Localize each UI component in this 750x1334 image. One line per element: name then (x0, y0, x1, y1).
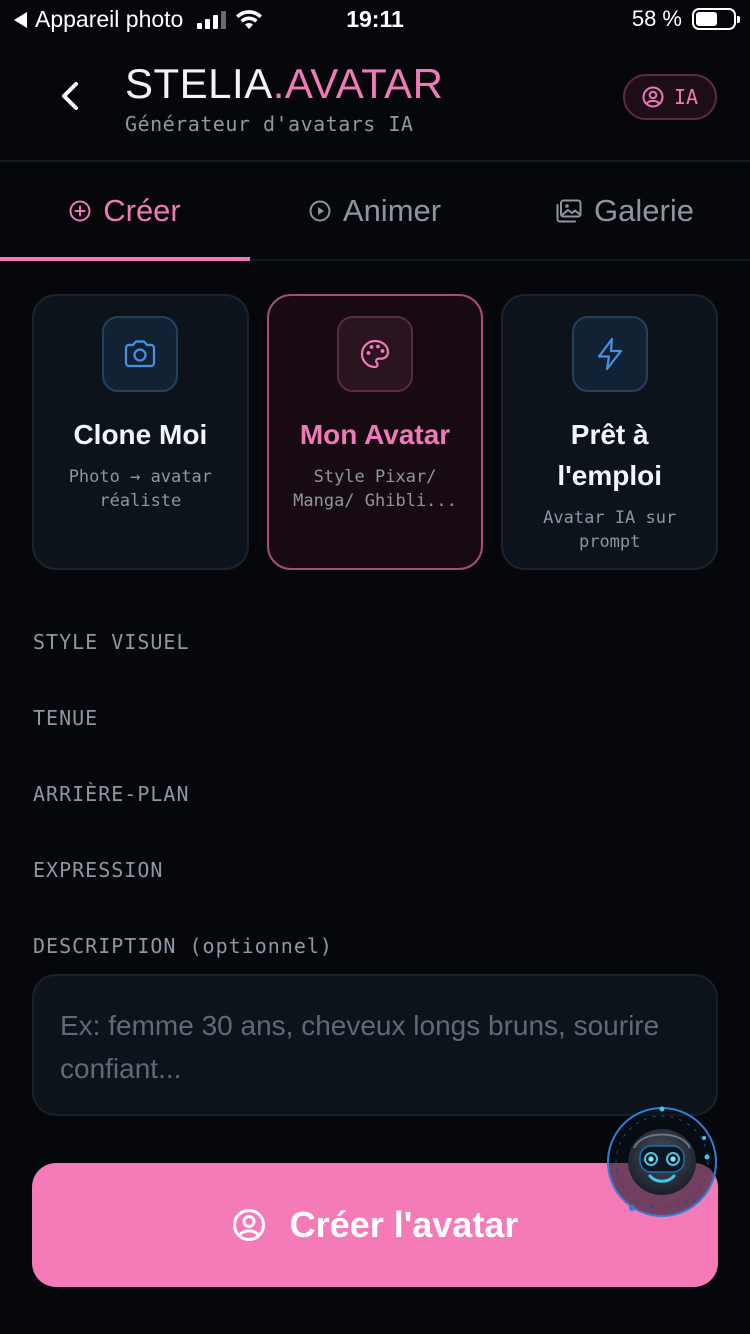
palette-icon (360, 339, 390, 369)
user-circle-icon (232, 1209, 265, 1241)
tab-label: Galerie (594, 193, 694, 228)
camera-icon (125, 340, 156, 368)
chevron-left-icon (62, 82, 78, 110)
section-label-expression: EXPRESSION (33, 858, 164, 882)
app-header: STELIA.AVATAR Générateur d'avatars IA IA (0, 42, 750, 162)
card-desc: Avatar IA sur prompt (543, 508, 677, 552)
battery-percent: 58 % (631, 6, 682, 31)
brand-main: STELIA (125, 60, 273, 107)
tab-label: Animer (342, 193, 442, 228)
section-label-outfit: TENUE (33, 706, 99, 730)
brand-accent: .AVATAR (272, 60, 444, 107)
status-bar: Appareil photo 19:11 58 % (0, 0, 750, 42)
app-brand: STELIA.AVATAR (125, 60, 443, 108)
tab-creer[interactable]: Créer (0, 163, 250, 261)
card-title: Prêt à l'emploi (557, 419, 663, 491)
tab-label: Créer (103, 193, 181, 228)
description-input[interactable] (60, 1004, 690, 1086)
user-circle-icon (642, 86, 664, 108)
create-avatar-label: Créer l'avatar (289, 1204, 519, 1245)
ia-badge-button[interactable]: IA (623, 74, 717, 120)
mode-card-pret-a-lemploi[interactable]: Prêt à l'emploi Avatar IA sur prompt (501, 294, 719, 570)
card-title: Mon Avatar (299, 419, 451, 450)
back-button[interactable] (50, 76, 90, 116)
status-right: 58 % (631, 6, 740, 32)
card-icon-box (337, 316, 413, 392)
card-title: Clone Moi (73, 419, 208, 450)
play-circle-icon (309, 200, 331, 222)
plus-circle-icon (69, 200, 91, 222)
battery-icon (692, 8, 740, 30)
robot-assistant-icon (607, 1106, 717, 1217)
image-gallery-icon (556, 199, 582, 223)
assistant-bot-button[interactable] (606, 1104, 722, 1220)
ia-badge-label: IA (673, 85, 699, 109)
mode-card-clone-moi[interactable]: Clone Moi Photo → avatar réaliste (32, 294, 249, 570)
lightning-icon (597, 337, 622, 371)
tab-bar: Créer Animer Galerie (0, 163, 750, 261)
section-label-background: ARRIÈRE-PLAN (33, 782, 190, 806)
card-desc: Photo → avatar réaliste (68, 467, 212, 511)
app-subtitle: Générateur d'avatars IA (125, 112, 414, 136)
description-field[interactable] (32, 974, 718, 1116)
tab-galerie[interactable]: Galerie (500, 163, 750, 259)
section-label-description: DESCRIPTION (optionnel) (33, 934, 333, 958)
card-icon-box (571, 316, 648, 392)
tab-animer[interactable]: Animer (250, 163, 500, 259)
mode-cards: Clone Moi Photo → avatar réaliste Mon Av… (32, 294, 719, 570)
mode-card-mon-avatar[interactable]: Mon Avatar Style Pixar/ Manga/ Ghibli... (266, 294, 484, 570)
section-label-style: STYLE VISUEL (33, 630, 190, 654)
card-icon-box (102, 316, 179, 392)
card-desc: Style Pixar/ Manga/ Ghibli... (293, 467, 457, 511)
